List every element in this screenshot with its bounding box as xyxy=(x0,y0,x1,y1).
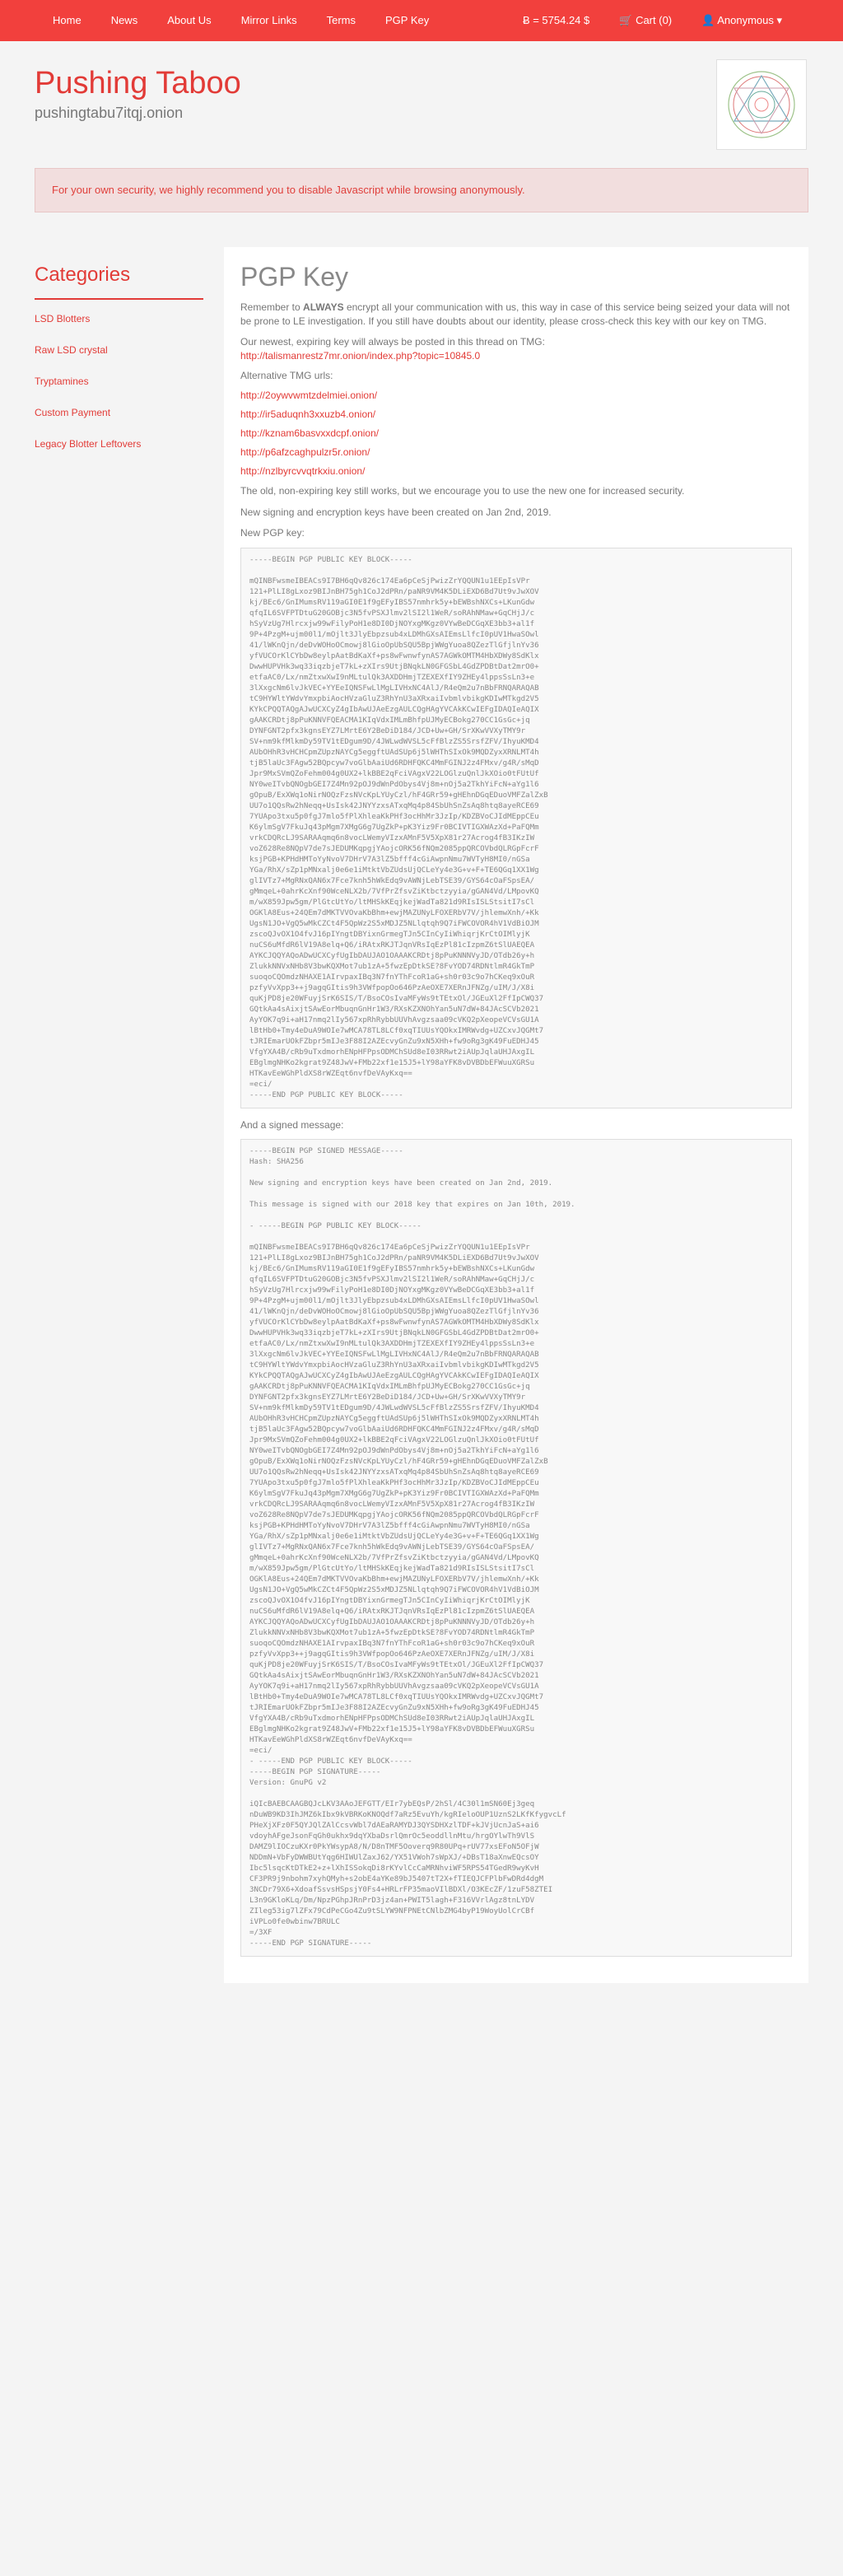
intro-pre: Remember to xyxy=(240,301,304,313)
logo-icon xyxy=(728,71,795,138)
page-layout: Categories LSD Blotters Raw LSD crystal … xyxy=(0,247,843,1984)
signature-end: -----END PGP SIGNATURE----- xyxy=(249,1939,372,1948)
nav-cart[interactable]: 🛒 Cart (0) xyxy=(604,0,687,41)
site-logo[interactable] xyxy=(716,59,807,150)
alt-tmg-link-4[interactable]: http://p6afzcaghpulzr5r.onion/ xyxy=(240,446,792,458)
signature-body: iQIcBAEBCAAGBQJcLKV3AAoJEFGTT/EIr7ybEQsP… xyxy=(249,1800,566,1938)
old-key-note: The old, non-expiring key still works, b… xyxy=(240,485,685,497)
nav-right: Ƀ = 5754.24 $ 🛒 Cart (0) 👤 Anonymous ▾ xyxy=(508,0,843,41)
alt-tmg-link-1[interactable]: http://2oywvwmtzdelmiei.onion/ xyxy=(240,390,792,401)
nav-mirror-links[interactable]: Mirror Links xyxy=(226,0,312,41)
signed-header-line: -----BEGIN PGP SIGNED MESSAGE----- xyxy=(249,1147,403,1156)
nav-home[interactable]: Home xyxy=(38,0,96,41)
alt-tmg-link-5[interactable]: http://nzlbyrcvvqtrkxiu.onion/ xyxy=(240,465,792,477)
sidebar-item-raw-lsd-crystal[interactable]: Raw LSD crystal xyxy=(35,344,224,356)
sidebar-item-tryptamines[interactable]: Tryptamines xyxy=(35,376,224,387)
sidebar-item-custom-payment[interactable]: Custom Payment xyxy=(35,407,224,418)
nav-terms[interactable]: Terms xyxy=(312,0,370,41)
sidebar-item-lsd-blotters[interactable]: LSD Blotters xyxy=(35,313,224,324)
sidebar-item-legacy-blotter-leftovers[interactable]: Legacy Blotter Leftovers xyxy=(35,438,224,450)
alternative-urls-title: Alternative TMG urls: xyxy=(240,369,333,381)
pubkey-body: mQINBFwsmeIBEACs9I7BH6qQv826c174Ea6pCeSj… xyxy=(249,576,548,1089)
signed-hash-line: Hash: SHA256 xyxy=(249,1158,304,1167)
nav-user-menu[interactable]: 👤 Anonymous ▾ xyxy=(687,0,797,41)
nav-pgp-key[interactable]: PGP Key xyxy=(370,0,444,41)
nav-balance[interactable]: Ƀ = 5754.24 $ xyxy=(508,0,604,41)
signed-line-2: This message is signed with our 2018 key… xyxy=(249,1201,575,1210)
signature-begin: -----BEGIN PGP SIGNATURE----- xyxy=(249,1768,381,1777)
new-pgp-key-label: New PGP key: xyxy=(240,527,305,539)
javascript-warning-alert: For your own security, we highly recomme… xyxy=(35,168,808,212)
intro-emphasis: ALWAYS xyxy=(303,301,344,313)
main-content: PGP Key Remember to ALWAYS encrypt all y… xyxy=(224,247,808,1984)
nav-about-us[interactable]: About Us xyxy=(152,0,226,41)
newest-key-note: Our newest, expiring key will always be … xyxy=(240,336,545,348)
nav-news[interactable]: News xyxy=(96,0,153,41)
signed-pubkey-begin: - -----BEGIN PGP PUBLIC KEY BLOCK----- xyxy=(249,1222,422,1231)
signature-version: Version: GnuPG v2 xyxy=(249,1779,327,1788)
sidebar-title: Categories xyxy=(35,264,203,300)
top-navbar: Home News About Us Mirror Links Terms PG… xyxy=(0,0,843,41)
signed-pubkey-body: mQINBFwsmeIBEACs9I7BH6qQv826c174Ea6pCeSj… xyxy=(249,1244,548,1756)
signed-pubkey-end: - -----END PGP PUBLIC KEY BLOCK----- xyxy=(249,1757,412,1766)
sidebar: Categories LSD Blotters Raw LSD crystal … xyxy=(35,247,224,1983)
brand-header: Pushing Taboo pushingtabu7itqj.onion xyxy=(0,41,843,150)
pubkey-begin-line: -----BEGIN PGP PUBLIC KEY BLOCK----- xyxy=(249,555,412,564)
page-title: PGP Key xyxy=(240,262,349,292)
intro-paragraph: Remember to ALWAYS encrypt all your comm… xyxy=(240,301,792,328)
tmg-thread-link[interactable]: http://talismanrestz7mr.onion/index.php?… xyxy=(240,350,792,362)
alt-tmg-link-3[interactable]: http://kznam6basvxxdcpf.onion/ xyxy=(240,427,792,439)
signed-line-1: New signing and encryption keys have bee… xyxy=(249,1179,553,1188)
pubkey-end-line: -----END PGP PUBLIC KEY BLOCK----- xyxy=(249,1090,403,1099)
alt-tmg-link-2[interactable]: http://ir5aduqnh3xxuzb4.onion/ xyxy=(240,408,792,420)
new-pgp-key-block[interactable]: -----BEGIN PGP PUBLIC KEY BLOCK----- mQI… xyxy=(240,547,792,1108)
signed-message-block[interactable]: -----BEGIN PGP SIGNED MESSAGE----- Hash:… xyxy=(240,1139,792,1958)
new-keys-note: New signing and encryption keys have bee… xyxy=(240,506,552,518)
signed-message-label: And a signed message: xyxy=(240,1118,344,1131)
